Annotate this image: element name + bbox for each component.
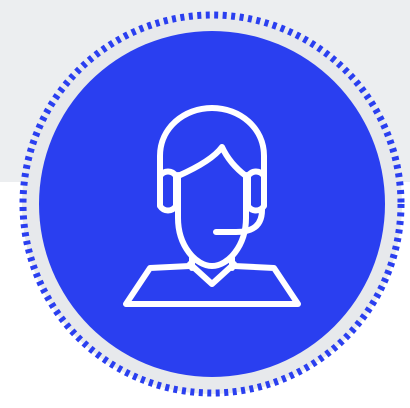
support-badge-page xyxy=(0,0,410,408)
badge-circle xyxy=(39,31,385,377)
support-badge xyxy=(0,0,410,408)
